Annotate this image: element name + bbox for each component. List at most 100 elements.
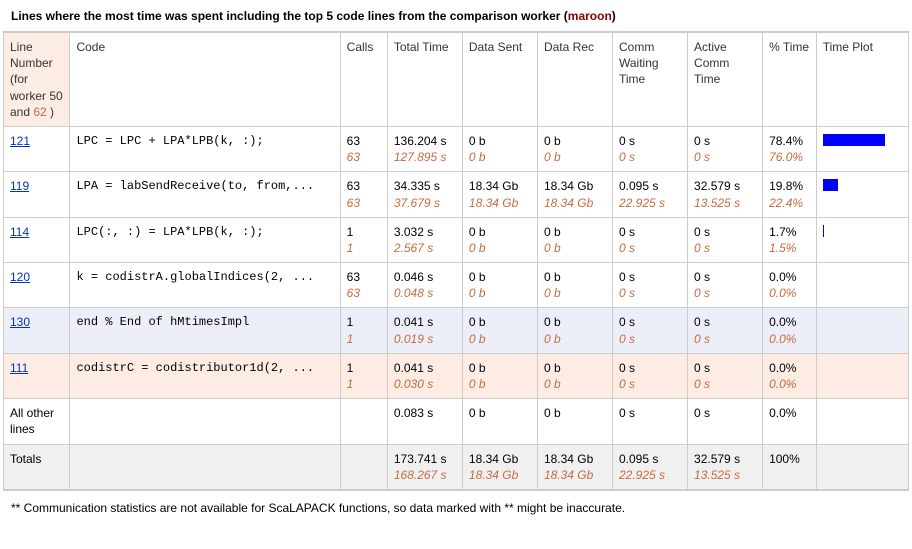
line-number-cell: 130 bbox=[4, 308, 70, 353]
section-title: Lines where the most time was spent incl… bbox=[3, 3, 909, 32]
code-cell: end % End of hMtimesImpl bbox=[70, 308, 340, 353]
cell: 0.041 s0.030 s bbox=[387, 353, 462, 398]
line-link[interactable]: 119 bbox=[10, 179, 29, 193]
line-number-cell: 114 bbox=[4, 217, 70, 262]
title-text: Lines where the most time was spent incl… bbox=[11, 9, 568, 23]
time-plot-cell bbox=[816, 217, 908, 262]
time-plot-cell bbox=[816, 308, 908, 353]
cell: 0.0%0.0% bbox=[763, 353, 817, 398]
cell: 0 s0 s bbox=[612, 308, 687, 353]
line-link[interactable]: 111 bbox=[10, 361, 28, 375]
col-time-plot: Time Plot bbox=[816, 33, 908, 127]
table-row: 121LPC = LPC + LPA*LPB(k, :);6363136.204… bbox=[4, 126, 909, 171]
cell: 173.741 s168.267 s bbox=[387, 444, 462, 489]
cell bbox=[340, 444, 387, 489]
line-number-cell: 120 bbox=[4, 263, 70, 308]
cell: 1.7%1.5% bbox=[763, 217, 817, 262]
cell: 0 s bbox=[688, 399, 763, 444]
cell: 0 b0 b bbox=[537, 263, 612, 308]
cell: 0 b bbox=[537, 399, 612, 444]
col-pct-time: % Time bbox=[763, 33, 817, 127]
cell bbox=[340, 399, 387, 444]
table-row: 114LPC(:, :) = LPA*LPB(k, :);113.032 s2.… bbox=[4, 217, 909, 262]
cell: 0 s bbox=[612, 399, 687, 444]
cell: 0 s0 s bbox=[688, 126, 763, 171]
cell: 34.335 s37.679 s bbox=[387, 172, 462, 217]
cell: 136.204 s127.895 s bbox=[387, 126, 462, 171]
cell: 0 s0 s bbox=[612, 353, 687, 398]
line-number-cell: 119 bbox=[4, 172, 70, 217]
cell: 0 b0 b bbox=[462, 126, 537, 171]
cell: 0 b0 b bbox=[537, 126, 612, 171]
cell: 18.34 Gb18.34 Gb bbox=[462, 444, 537, 489]
code-cell: LPC(:, :) = LPA*LPB(k, :); bbox=[70, 217, 340, 262]
time-plot-cell bbox=[816, 399, 908, 444]
cell: 18.34 Gb18.34 Gb bbox=[537, 172, 612, 217]
code-cell: codistrC = codistributor1d(2, ... bbox=[70, 353, 340, 398]
all-other-row: All other lines0.083 s0 b0 b0 s0 s0.0% bbox=[4, 399, 909, 444]
cell: 6363 bbox=[340, 172, 387, 217]
time-plot-cell bbox=[816, 172, 908, 217]
cell: 0.046 s0.048 s bbox=[387, 263, 462, 308]
table-row: 120k = codistrA.globalIndices(2, ...6363… bbox=[4, 263, 909, 308]
cell: 6363 bbox=[340, 263, 387, 308]
line-number-cell: 121 bbox=[4, 126, 70, 171]
col-calls: Calls bbox=[340, 33, 387, 127]
time-plot-cell bbox=[816, 126, 908, 171]
cell: 0.0%0.0% bbox=[763, 308, 817, 353]
cell: 100% bbox=[763, 444, 817, 489]
table-row: 130end % End of hMtimesImpl110.041 s0.01… bbox=[4, 308, 909, 353]
title-maroon: maroon bbox=[568, 9, 612, 23]
footnote: ** Communication statistics are not avai… bbox=[3, 490, 909, 523]
cell: 11 bbox=[340, 353, 387, 398]
cell: 0 b0 b bbox=[537, 353, 612, 398]
cell: 0 b bbox=[462, 399, 537, 444]
col-comm-wait: Comm Waiting Time bbox=[612, 33, 687, 127]
cell: 0 s0 s bbox=[612, 263, 687, 308]
col-active-comm: Active Comm Time bbox=[688, 33, 763, 127]
cell: 0 b0 b bbox=[462, 353, 537, 398]
col-total-time: Total Time bbox=[387, 33, 462, 127]
cell: 18.34 Gb18.34 Gb bbox=[537, 444, 612, 489]
line-link[interactable]: 114 bbox=[10, 225, 29, 239]
cell: 0 s0 s bbox=[612, 126, 687, 171]
line-link[interactable]: 130 bbox=[10, 315, 30, 329]
time-plot-cell bbox=[816, 444, 908, 489]
cell: 0 s0 s bbox=[688, 353, 763, 398]
cell: 32.579 s13.525 s bbox=[688, 172, 763, 217]
code-cell bbox=[70, 444, 340, 489]
cell: 78.4%76.0% bbox=[763, 126, 817, 171]
cell: 0.095 s22.925 s bbox=[612, 172, 687, 217]
cell: 0 s0 s bbox=[688, 217, 763, 262]
line-number-cell: Totals bbox=[4, 444, 70, 489]
cell: 18.34 Gb18.34 Gb bbox=[462, 172, 537, 217]
code-cell bbox=[70, 399, 340, 444]
col-code: Code bbox=[70, 33, 340, 127]
cell: 11 bbox=[340, 217, 387, 262]
title-suffix: ) bbox=[612, 9, 616, 23]
cell: 0.0%0.0% bbox=[763, 263, 817, 308]
cell: 0 b0 b bbox=[537, 308, 612, 353]
line-link[interactable]: 121 bbox=[10, 134, 30, 148]
cell: 11 bbox=[340, 308, 387, 353]
cell: 6363 bbox=[340, 126, 387, 171]
totals-row: Totals173.741 s168.267 s18.34 Gb18.34 Gb… bbox=[4, 444, 909, 489]
code-cell: LPA = labSendReceive(to, from,... bbox=[70, 172, 340, 217]
header-row: Line Number (for worker 50 and 62 ) Code… bbox=[4, 33, 909, 127]
line-link[interactable]: 120 bbox=[10, 270, 30, 284]
cell: 0 b0 b bbox=[462, 217, 537, 262]
cell: 0 b0 b bbox=[462, 263, 537, 308]
profile-table: Line Number (for worker 50 and 62 ) Code… bbox=[3, 32, 909, 490]
line-number-cell: 111 bbox=[4, 353, 70, 398]
cell: 32.579 s13.525 s bbox=[688, 444, 763, 489]
time-plot-cell bbox=[816, 263, 908, 308]
cell: 0.095 s22.925 s bbox=[612, 444, 687, 489]
cell: 19.8%22.4% bbox=[763, 172, 817, 217]
col-line-number: Line Number (for worker 50 and 62 ) bbox=[4, 33, 70, 127]
cell: 0.0% bbox=[763, 399, 817, 444]
cell: 0 s0 s bbox=[688, 308, 763, 353]
table-row: 119 LPA = labSendReceive(to, from,...6363… bbox=[4, 172, 909, 217]
table-row: 111codistrC = codistributor1d(2, ...110.… bbox=[4, 353, 909, 398]
time-plot-cell bbox=[816, 353, 908, 398]
line-number-cell: All other lines bbox=[4, 399, 70, 444]
